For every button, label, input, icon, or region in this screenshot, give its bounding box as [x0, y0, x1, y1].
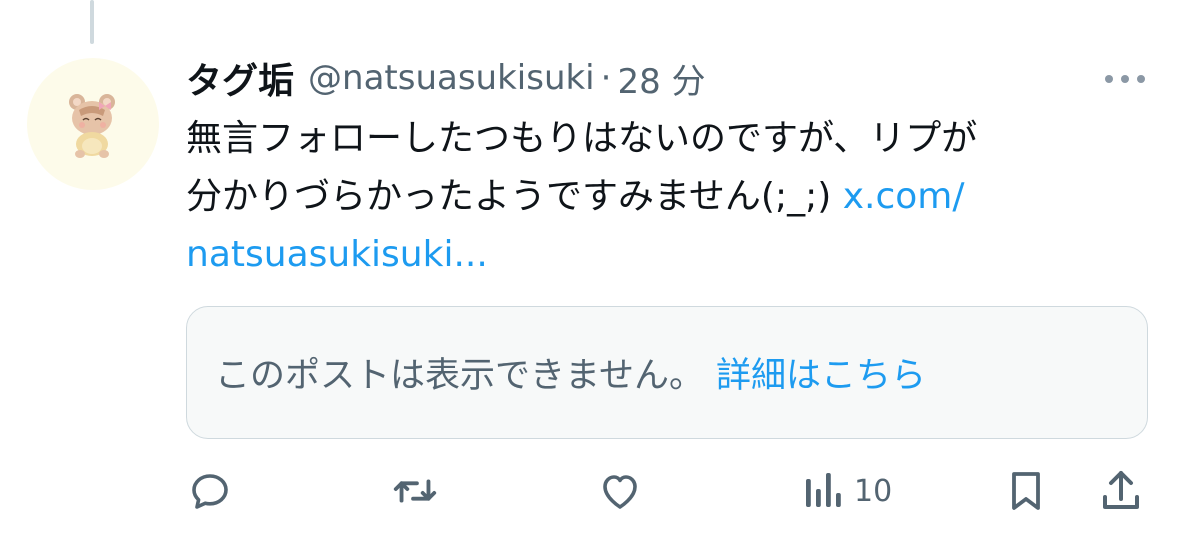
post-unavailable-text: このポストは表示できません。: [215, 356, 704, 396]
repost-icon: [393, 479, 437, 503]
thread-connector-line: [90, 0, 94, 44]
bookmark-button[interactable]: [1004, 466, 1048, 516]
learn-more-link[interactable]: 詳細はこちら: [716, 347, 926, 398]
tweet-header: タグ垢 @natsuasukisuki · 28 分: [186, 53, 706, 103]
repost-button[interactable]: [390, 466, 440, 516]
user-handle[interactable]: @natsuasukisuki: [308, 58, 595, 98]
tweet-link-part-1[interactable]: x.com/: [843, 176, 965, 217]
share-icon: [1103, 471, 1139, 509]
like-icon: [603, 475, 637, 509]
reply-icon: [192, 474, 228, 509]
more-options-button[interactable]: [1100, 64, 1150, 94]
views-button[interactable]: 10: [800, 466, 892, 516]
timestamp[interactable]: 28 分: [617, 54, 705, 103]
avatar-bear-illustration: [69, 94, 115, 158]
tweet-link-part-2[interactable]: natsuasukisuki...: [186, 234, 488, 275]
reply-button[interactable]: [186, 466, 234, 516]
like-button[interactable]: [596, 466, 644, 516]
views-icon: [806, 473, 841, 507]
share-button[interactable]: [1098, 466, 1144, 516]
display-name[interactable]: タグ垢: [186, 52, 294, 104]
bookmark-icon: [1012, 472, 1040, 510]
separator-dot: ·: [600, 58, 612, 98]
quoted-post-unavailable-card: このポストは表示できません。 詳細はこちら: [186, 306, 1148, 439]
tweet-text: 無言フォローしたつもりはないのですが、リプが 分かりづらかったようですみません(…: [186, 110, 1146, 284]
views-count: 10: [854, 473, 893, 509]
more-horizontal-icon: [1105, 75, 1145, 83]
tweet-text-line-1: 無言フォローしたつもりはないのですが、リプが: [186, 118, 978, 159]
tweet-text-line-2: 分かりづらかったようですみません(;_;): [186, 176, 843, 217]
avatar[interactable]: [27, 58, 159, 190]
